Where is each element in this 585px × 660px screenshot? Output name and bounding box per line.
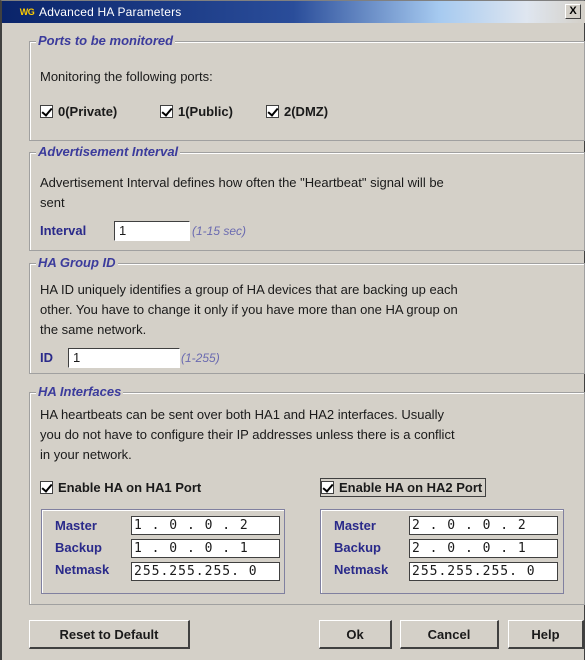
group-id-desc-line3: the same network.	[40, 322, 147, 337]
interfaces-group: HA Interfaces HA heartbeats can be sent …	[29, 384, 585, 605]
ha2-backup-label: Backup	[334, 540, 381, 555]
checkbox-checked-icon	[160, 105, 173, 118]
port-dmz-label: 2(DMZ)	[284, 104, 329, 119]
title-bar[interactable]: WG Advanced HA Parameters X	[2, 1, 585, 23]
interfaces-desc-line3: in your network.	[40, 447, 132, 462]
interval-input[interactable]: 1	[114, 221, 190, 241]
ha2-netmask-label: Netmask	[334, 562, 389, 577]
port-public-label: 1(Public)	[178, 104, 233, 119]
advertisement-desc-line2: sent	[40, 195, 65, 210]
ha2-netmask-input[interactable]: 255.255.255. 0	[409, 562, 558, 581]
ha1-master-ip-input[interactable]: 1 . 0 . 0 . 2	[131, 516, 280, 535]
id-hint: (1-255)	[181, 351, 220, 365]
advertisement-group-title: Advertisement Interval	[36, 144, 181, 159]
ha2-backup-ip-input[interactable]: 2 . 0 . 0 . 1	[409, 539, 558, 558]
ok-button[interactable]: Ok	[319, 620, 392, 649]
enable-ha2-checkbox[interactable]: Enable HA on HA2 Port	[320, 478, 487, 497]
interfaces-desc-line2: you do not have to configure their IP ad…	[40, 427, 455, 442]
ha1-netmask-input[interactable]: 255.255.255. 0	[131, 562, 280, 581]
app-logo-icon: WG	[19, 6, 35, 17]
ha1-netmask-label: Netmask	[55, 562, 110, 577]
ha1-master-label: Master	[55, 518, 97, 533]
port-private-checkbox[interactable]: 0(Private)	[40, 104, 117, 119]
port-public-checkbox[interactable]: 1(Public)	[160, 104, 233, 119]
interfaces-desc-line1: HA heartbeats can be sent over both HA1 …	[40, 407, 444, 422]
ha1-backup-label: Backup	[55, 540, 102, 555]
advertisement-group: Advertisement Interval Advertisement Int…	[29, 144, 585, 251]
checkbox-checked-icon	[266, 105, 279, 118]
ha2-address-panel: Master 2 . 0 . 0 . 2 Backup 2 . 0 . 0 . …	[320, 509, 564, 594]
interval-label: Interval	[40, 223, 87, 238]
ports-description: Monitoring the following ports:	[40, 69, 213, 84]
ha2-master-ip-input[interactable]: 2 . 0 . 0 . 2	[409, 516, 558, 535]
enable-ha1-checkbox[interactable]: Enable HA on HA1 Port	[40, 480, 201, 495]
checkbox-checked-icon	[321, 481, 334, 494]
advertisement-desc-line1: Advertisement Interval defines how often…	[40, 175, 444, 190]
ports-group-title: Ports to be monitored	[36, 33, 176, 48]
enable-ha2-label: Enable HA on HA2 Port	[339, 480, 483, 495]
window-title: Advanced HA Parameters	[39, 5, 182, 19]
enable-ha1-label: Enable HA on HA1 Port	[58, 480, 202, 495]
group-id-desc-line2: other. You have to change it only if you…	[40, 302, 458, 317]
group-id-desc-line1: HA ID uniquely identifies a group of HA …	[40, 282, 458, 297]
group-id-group: HA Group ID HA ID uniquely identifies a …	[29, 255, 585, 374]
ha1-backup-ip-input[interactable]: 1 . 0 . 0 . 1	[131, 539, 280, 558]
cancel-button[interactable]: Cancel	[400, 620, 499, 649]
group-id-group-title: HA Group ID	[36, 255, 118, 270]
close-button[interactable]: X	[565, 4, 581, 19]
ha2-master-label: Master	[334, 518, 376, 533]
ports-group: Ports to be monitored Monitoring the fol…	[29, 33, 585, 141]
id-label: ID	[40, 350, 53, 365]
help-button[interactable]: Help	[508, 620, 584, 649]
port-private-label: 0(Private)	[58, 104, 118, 119]
port-dmz-checkbox[interactable]: 2(DMZ)	[266, 104, 328, 119]
interval-hint: (1-15 sec)	[192, 224, 247, 238]
advanced-ha-dialog: WG Advanced HA Parameters X Ports to be …	[0, 0, 585, 660]
checkbox-checked-icon	[40, 481, 53, 494]
ha1-address-panel: Master 1 . 0 . 0 . 2 Backup 1 . 0 . 0 . …	[41, 509, 285, 594]
checkbox-checked-icon	[40, 105, 53, 118]
id-input[interactable]: 1	[68, 348, 180, 368]
interfaces-group-title: HA Interfaces	[36, 384, 124, 399]
reset-to-default-button[interactable]: Reset to Default	[29, 620, 190, 649]
